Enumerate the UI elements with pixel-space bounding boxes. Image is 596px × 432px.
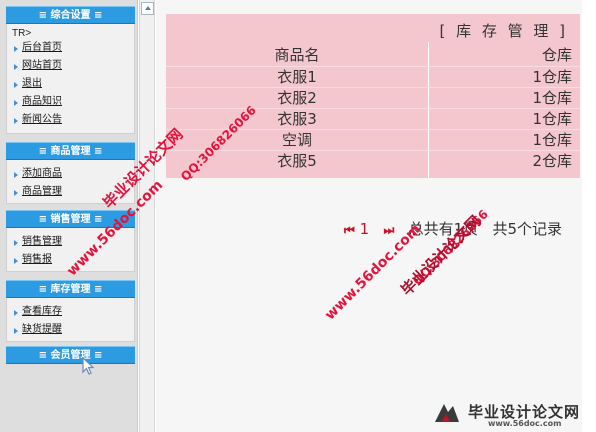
vertical-scrollbar[interactable]	[139, 0, 155, 432]
nav-logout[interactable]: 退出	[22, 78, 42, 90]
table-header-row: 商品名 仓库	[166, 45, 580, 66]
bullet-icon	[14, 240, 18, 246]
nav-shortage-alert[interactable]: 缺货提醒	[22, 324, 62, 336]
section-header-products[interactable]: ≡ 商品管理 ≡	[6, 142, 135, 160]
bullet-icon	[14, 172, 18, 178]
total-records-text: 共5个记录	[492, 220, 562, 238]
nav-manage-products[interactable]: 商品管理	[22, 186, 62, 198]
nav-sales-manage[interactable]: 销售管理	[22, 236, 62, 248]
table-title: [ 库 存 管 理 ]	[439, 22, 568, 40]
nav-add-product[interactable]: 添加商品	[22, 168, 62, 180]
table-row: 衣服1 1仓库	[166, 66, 580, 87]
bullet-icon	[14, 328, 18, 334]
logo-mark-icon	[435, 404, 459, 422]
cell-warehouse: 1仓库	[532, 68, 572, 86]
header-warehouse: 仓库	[541, 46, 572, 64]
nav-site-home[interactable]: 网站首页	[22, 60, 62, 72]
main-content: [ 库 存 管 理 ] 商品名 仓库 衣服1 1仓库 衣服2 1仓库 衣服3 1…	[156, 0, 582, 432]
nav-admin-home[interactable]: 后台首页	[22, 42, 62, 54]
bullet-icon	[14, 64, 18, 70]
nav-view-inventory[interactable]: 查看库存	[22, 306, 62, 318]
logo-url: www.56doc.com	[488, 419, 562, 428]
scroll-up-icon[interactable]	[141, 2, 154, 15]
current-page-link[interactable]: 1	[360, 220, 370, 238]
section-header-members[interactable]: ≡ 会员管理 ≡	[6, 346, 135, 364]
bullet-icon	[14, 46, 18, 52]
bullet-icon	[14, 258, 18, 264]
bullet-icon	[14, 100, 18, 106]
cell-warehouse: 1仓库	[532, 89, 572, 107]
bullet-icon	[14, 190, 18, 196]
table-row: 衣服2 1仓库	[166, 87, 580, 108]
footer-logo: 毕业设计论文网 www.56doc.com	[432, 400, 596, 432]
cell-warehouse: 1仓库	[532, 110, 572, 128]
last-page-icon[interactable]: ⏭	[383, 223, 394, 237]
cell-warehouse: 2仓库	[532, 152, 572, 170]
section-header-inventory[interactable]: ≡ 库存管理 ≡	[6, 280, 135, 298]
cell-product-name: 衣服1	[277, 68, 317, 86]
nav-sales-report[interactable]: 销售报	[22, 254, 52, 266]
bullet-icon	[14, 310, 18, 316]
mouse-cursor-icon	[82, 357, 95, 375]
cell-warehouse: 1仓库	[532, 131, 572, 149]
bullet-icon	[14, 82, 18, 88]
bullet-icon	[14, 118, 18, 124]
first-page-icon[interactable]: ⏮	[344, 223, 355, 237]
cell-product-name: 衣服2	[277, 89, 317, 107]
nav-news[interactable]: 新闻公告	[22, 114, 62, 126]
nav-product-knowledge[interactable]: 商品知识	[22, 96, 62, 108]
section-header-general[interactable]: ≡ 综合设置 ≡	[6, 6, 135, 24]
inventory-table: [ 库 存 管 理 ] 商品名 仓库 衣服1 1仓库 衣服2 1仓库 衣服3 1…	[166, 14, 580, 178]
header-product-name: 商品名	[274, 46, 320, 64]
cell-product-name: 衣服3	[277, 110, 317, 128]
table-row: 衣服5 2仓库	[166, 150, 580, 171]
tr-label: TR>	[12, 28, 32, 39]
